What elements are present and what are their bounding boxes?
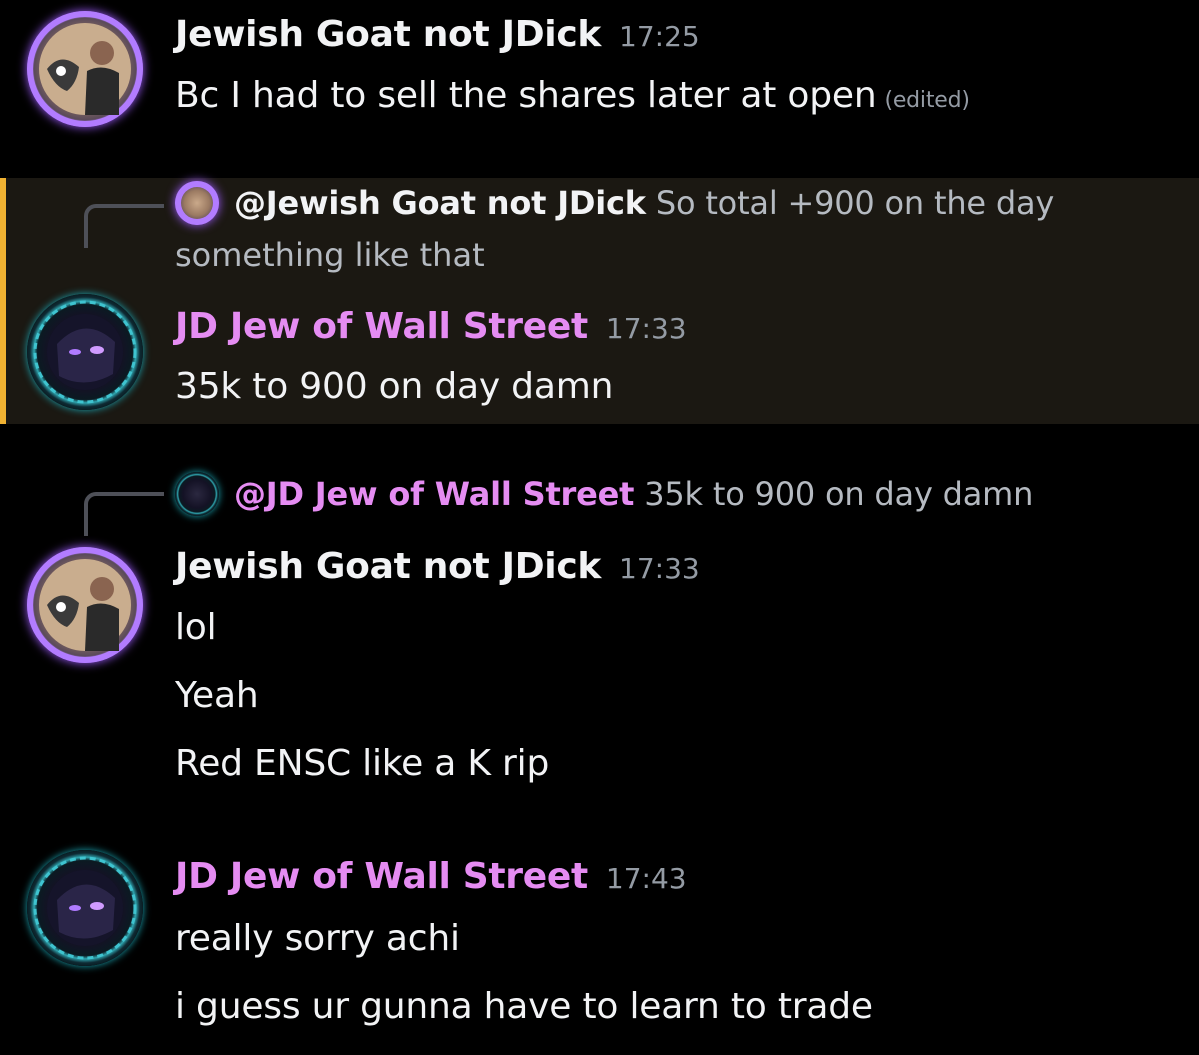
message-timestamp: 17:33 <box>619 552 700 585</box>
message-timestamp: 17:43 <box>605 862 687 895</box>
reply-spine <box>84 492 164 536</box>
reply-preview[interactable]: @Jewish Goat not JDick So total +900 on … <box>234 184 1054 222</box>
user-avatar[interactable] <box>27 850 143 966</box>
reply-text: 35k to 900 on day damn <box>644 475 1034 513</box>
goat-avatar-icon <box>39 559 131 651</box>
author-name[interactable]: JD Jew of Wall Street <box>175 856 588 897</box>
reply-avatar[interactable] <box>175 181 219 225</box>
message-author[interactable]: Jewish Goat not JDick 17:33 <box>175 546 700 587</box>
message-line: really sorry achi <box>175 918 460 959</box>
message-group: Jewish Goat not JDick 17:25 Bc I had to s… <box>0 0 1199 170</box>
reply-preview[interactable]: @JD Jew of Wall Street 35k to 900 on day… <box>234 475 1033 513</box>
message-line: Red ENSC like a K rip <box>175 743 550 784</box>
message-line: lol <box>175 607 217 648</box>
message-line: 35k to 900 on day damn <box>175 366 614 407</box>
message-group: @JD Jew of Wall Street 35k to 900 on day… <box>0 460 1199 820</box>
message-author[interactable]: Jewish Goat not JDick 17:25 <box>175 14 700 55</box>
reply-avatar[interactable] <box>175 472 219 516</box>
reply-spine <box>84 204 164 248</box>
user-avatar[interactable] <box>27 11 143 127</box>
author-name[interactable]: Jewish Goat not JDick <box>175 14 601 55</box>
message-line: Yeah <box>175 675 259 716</box>
message-author[interactable]: JD Jew of Wall Street 17:43 <box>175 856 687 897</box>
jd-avatar-icon <box>33 856 137 960</box>
reply-text-continued: something like that <box>175 236 485 274</box>
message-group-highlighted: @Jewish Goat not JDick So total +900 on … <box>0 178 1199 424</box>
message-group: JD Jew of Wall Street 17:43 really sorry … <box>0 840 1199 1055</box>
reply-text: So total +900 on the day <box>655 184 1055 222</box>
user-avatar[interactable] <box>27 547 143 663</box>
message-timestamp: 17:33 <box>605 312 687 345</box>
message-timestamp: 17:25 <box>619 20 700 53</box>
user-avatar[interactable] <box>27 294 143 410</box>
goat-avatar-icon <box>39 23 131 115</box>
reply-mention[interactable]: @JD Jew of Wall Street <box>234 475 634 513</box>
message-line: i guess ur gunna have to learn to trade <box>175 986 873 1027</box>
reply-mention[interactable]: @Jewish Goat not JDick <box>234 184 646 222</box>
jd-avatar-icon <box>33 300 137 404</box>
message-text: Bc I had to sell the shares later at ope… <box>175 75 970 116</box>
message-author[interactable]: JD Jew of Wall Street 17:33 <box>175 306 687 347</box>
author-name[interactable]: Jewish Goat not JDick <box>175 546 601 587</box>
author-name[interactable]: JD Jew of Wall Street <box>175 306 588 347</box>
message-line: Bc I had to sell the shares later at ope… <box>175 75 877 116</box>
edited-label: (edited) <box>884 88 970 113</box>
chat-view: { "colors": { "background": "#000000", "… <box>0 0 1199 1055</box>
